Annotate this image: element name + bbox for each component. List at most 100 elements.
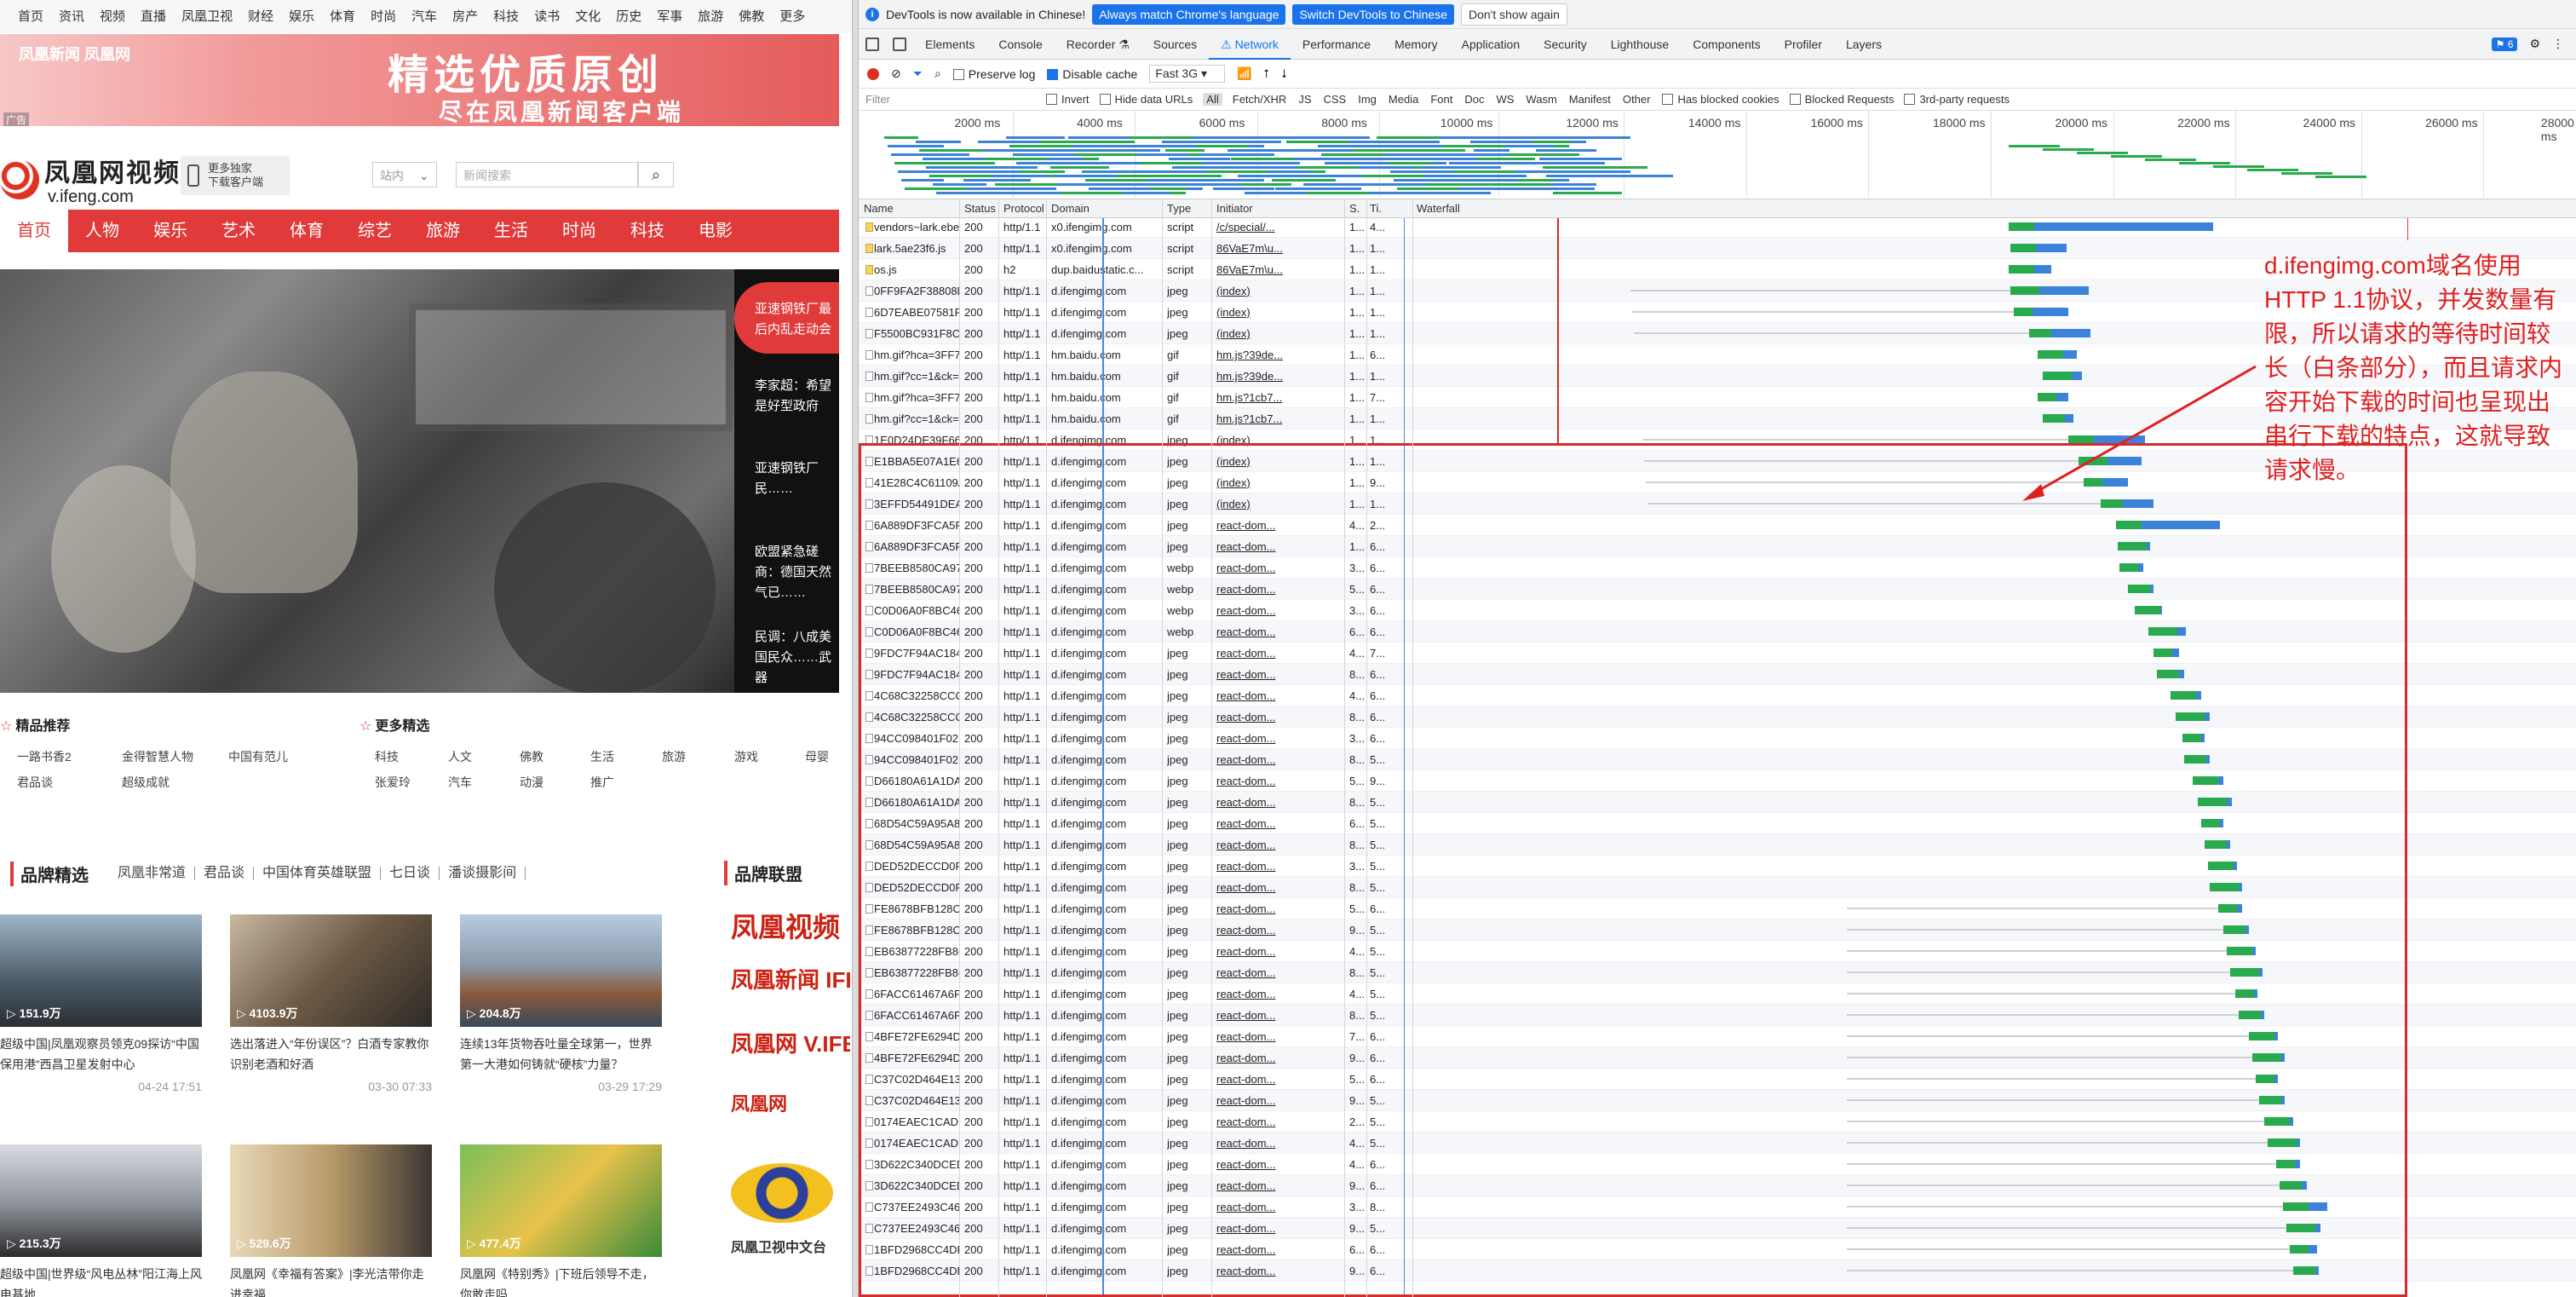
brand-link[interactable]: 潘谈摄影间 (440, 867, 526, 880)
filter-type-js[interactable]: JS (1297, 93, 1313, 106)
cell-initiator[interactable]: /c/special/... (1216, 221, 1344, 233)
gear-icon[interactable]: ⚙ (2529, 37, 2540, 51)
column-separator[interactable] (1412, 199, 1413, 1297)
record-icon[interactable] (867, 67, 879, 80)
channel-tab[interactable]: 艺术 (204, 210, 273, 252)
more-link[interactable]: 游戏 (734, 748, 758, 765)
top-nav-link[interactable]: 娱乐 (281, 7, 322, 25)
filter-type-other[interactable]: Other (1621, 93, 1653, 106)
more-link[interactable]: 旅游 (662, 748, 686, 765)
tab-application[interactable]: Application (1450, 29, 1532, 60)
column-header[interactable]: Ti. (1370, 202, 1382, 215)
inspect-element-icon[interactable] (865, 37, 879, 51)
channel-tab[interactable]: 综艺 (341, 210, 409, 252)
side-hot-item[interactable]: 亚速钢铁厂最后内乱走动会 (734, 282, 839, 354)
column-separator[interactable] (1162, 199, 1163, 1297)
cell-initiator[interactable]: hm.js?39de... (1216, 349, 1344, 361)
tab-performance[interactable]: Performance (1291, 29, 1383, 60)
recommend-link[interactable]: 中国有范儿 (228, 748, 288, 765)
recommend-link[interactable]: 金得智慧人物 (122, 748, 193, 765)
top-nav-link[interactable]: 文化 (567, 7, 608, 25)
hide-data-urls-checkbox[interactable]: Hide data URLs (1099, 93, 1193, 106)
top-nav-link[interactable]: 直播 (133, 7, 174, 25)
filter-type-wasm[interactable]: Wasm (1524, 93, 1558, 106)
column-separator[interactable] (1211, 199, 1212, 1297)
filter-type-css[interactable]: CSS (1322, 93, 1348, 106)
tab-layers[interactable]: Layers (1834, 29, 1894, 60)
featured-video[interactable] (0, 269, 734, 693)
tab-memory[interactable]: Memory (1383, 29, 1450, 60)
top-nav-link[interactable]: 更多 (772, 7, 813, 25)
site-logo[interactable]: 凤凰网视频 v.ifeng.com (0, 152, 181, 207)
more-link[interactable]: 母婴 (805, 748, 829, 765)
dont-show-again-button[interactable]: Don't show again (1460, 3, 1567, 26)
channel-tab[interactable]: 体育 (273, 210, 341, 252)
download-app-button[interactable]: 更多独家 下载客户端 (181, 156, 290, 195)
column-header[interactable]: Status (964, 202, 996, 215)
always-match-language-button[interactable]: Always match Chrome's language (1092, 3, 1286, 25)
brand-logo-link[interactable]: 凤凰新闻 IFENG NEWS (731, 963, 850, 994)
top-nav-link[interactable]: 旅游 (690, 7, 731, 25)
import-har-icon[interactable]: ⭡ (1263, 66, 1269, 81)
tab-console[interactable]: Console (986, 29, 1054, 60)
column-header[interactable]: Domain (1051, 202, 1090, 215)
brand-link[interactable]: 七日谈 (381, 867, 440, 880)
site-search-input[interactable]: 新闻搜索 (456, 162, 638, 187)
device-toolbar-icon[interactable] (893, 37, 906, 51)
top-nav-link[interactable]: 历史 (608, 7, 649, 25)
brand-logo-link[interactable]: 凤凰网 (731, 1089, 850, 1116)
video-card[interactable]: ▷ 529.6万 凤凰网《幸福有答案》|李光洁带你走进幸福 (230, 1144, 432, 1297)
filter-type-font[interactable]: Font (1429, 93, 1454, 106)
blocked-requests-checkbox[interactable]: Blocked Requests (1789, 93, 1894, 106)
top-nav-link[interactable]: 财经 (240, 7, 281, 25)
brand-link[interactable]: 君品谈 (195, 867, 255, 880)
top-nav-link[interactable]: 资讯 (51, 7, 92, 25)
column-header[interactable]: Protocol (1003, 202, 1044, 215)
recommend-link[interactable]: 一路书香2 (17, 748, 72, 765)
recommend-link[interactable]: 君品谈 (17, 774, 53, 791)
search-icon[interactable]: ⌕ (934, 66, 941, 81)
cell-initiator[interactable]: (index) (1216, 306, 1344, 319)
issues-badge[interactable]: ⚑ 6 (2491, 37, 2518, 51)
cell-initiator[interactable]: hm.js?39de... (1216, 370, 1344, 383)
video-card[interactable]: ▷ 204.8万 连续13年货物吞吐量全球第一，世界第一大港如何铸就“硬核”力量… (460, 914, 662, 1093)
filter-type-all[interactable]: All (1203, 93, 1222, 106)
video-card[interactable]: ▷ 151.9万 超级中国|凤凰观察员领克09探访“中国保用港”西昌卫星发射中心… (0, 914, 202, 1093)
column-separator[interactable] (959, 199, 960, 1297)
top-nav-link[interactable]: 佛教 (731, 7, 772, 25)
clear-icon[interactable]: ⊘ (891, 66, 901, 81)
blocked-cookies-checkbox[interactable]: Has blocked cookies (1662, 93, 1780, 106)
cell-initiator[interactable]: 86VaE7m\u... (1216, 242, 1344, 255)
third-party-checkbox[interactable]: 3rd-party requests (1904, 93, 2010, 106)
top-nav-link[interactable]: 首页 (10, 7, 51, 25)
channel-tab[interactable]: 时尚 (545, 210, 613, 252)
more-link[interactable]: 生活 (590, 748, 614, 765)
side-item[interactable]: 李家超：希望是好型政府 (755, 376, 836, 417)
tab-profiler[interactable]: Profiler (1773, 29, 1834, 60)
channel-tab[interactable]: 电影 (681, 210, 750, 252)
filter-icon[interactable]: ⏷ (913, 66, 923, 81)
column-separator[interactable] (1366, 199, 1367, 1297)
video-card[interactable]: ▷ 4103.9万 选出落进入“年份误区”？白酒专家教你识别老酒和好酒 03-3… (230, 914, 432, 1093)
tab-sources[interactable]: Sources (1141, 29, 1209, 60)
invert-checkbox[interactable]: Invert (1046, 93, 1090, 106)
network-overview[interactable]: 2000 ms 4000 ms 6000 ms 8000 ms 10000 ms 1200… (859, 111, 2576, 199)
channel-tab[interactable]: 旅游 (409, 210, 477, 252)
channel-tab[interactable]: 人物 (68, 210, 136, 252)
cell-initiator[interactable]: (index) (1216, 285, 1344, 297)
channel-tab[interactable]: 首页 (0, 210, 68, 252)
top-nav-link[interactable]: 视频 (92, 7, 133, 25)
top-nav-link[interactable]: 时尚 (363, 7, 404, 25)
column-separator[interactable] (998, 199, 999, 1297)
top-nav-link[interactable]: 科技 (486, 7, 526, 25)
filter-type-fetchxhr[interactable]: Fetch/XHR (1231, 93, 1289, 106)
disable-cache-checkbox[interactable]: Disable cache (1047, 67, 1137, 81)
cell-initiator[interactable]: 86VaE7m\u... (1216, 263, 1344, 276)
column-separator[interactable] (1344, 199, 1345, 1297)
more-link[interactable]: 科技 (375, 748, 399, 765)
throttling-select[interactable]: Fast 3G ▾ (1149, 65, 1226, 83)
more-link[interactable]: 推广 (590, 774, 614, 791)
video-card[interactable]: ▷ 477.4万 凤凰网《特别秀》|下班后领导不走，你敢走吗 (460, 1144, 662, 1297)
filter-type-media[interactable]: Media (1387, 93, 1420, 106)
more-link[interactable]: 人文 (448, 748, 472, 765)
